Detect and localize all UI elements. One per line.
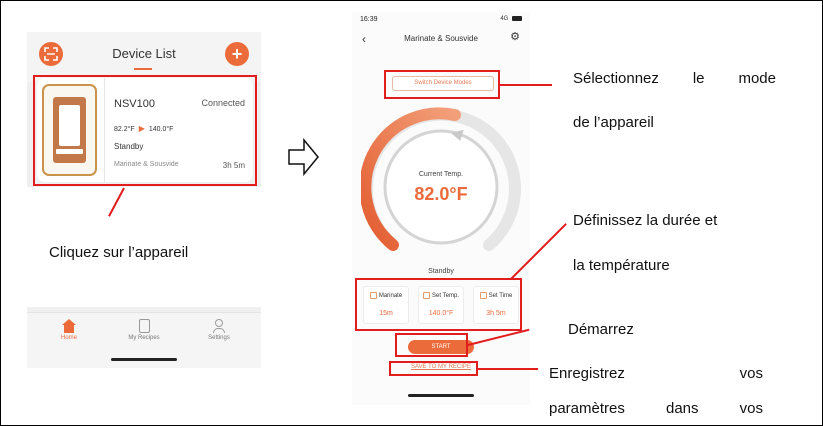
annotation-select-mode-line1: Sélectionnez le mode (573, 70, 776, 87)
nav-settings[interactable]: Settings (189, 319, 249, 341)
nav-label: My Recipes (128, 335, 160, 341)
home-icon (62, 319, 76, 333)
current-temp-value: 82.0°F (414, 184, 468, 204)
annotation-set-duration-line1: Définissez la durée et (573, 212, 718, 229)
annotation-word: Enregistrez (549, 365, 625, 382)
highlight-device-card (33, 75, 257, 186)
highlight-mode-button (384, 70, 500, 99)
annotation-save-line2: paramètres dans vos (549, 400, 763, 417)
nav-label: Settings (208, 335, 230, 341)
battery-icon (512, 16, 522, 21)
plus-icon[interactable]: + (225, 42, 249, 66)
settings-icon (213, 319, 225, 333)
annotation-word: paramètres (549, 400, 625, 417)
annotation-start: Démarrez (568, 321, 634, 338)
network-label: 4G (500, 16, 509, 23)
annotation-click-device: Cliquez sur l’appareil (49, 244, 189, 261)
annotation-select-mode-line2: de l’appareil (573, 114, 654, 131)
annotation-set-duration-line2: la température (573, 257, 670, 274)
arrow-right-icon (288, 137, 319, 177)
device-state: Standby (428, 268, 454, 275)
annotation-word: vos (739, 365, 763, 382)
gear-icon[interactable]: ⚙ (510, 30, 520, 43)
highlight-start (395, 333, 468, 357)
nav-my-recipes[interactable]: My Recipes (114, 319, 174, 341)
annotation-word: vos (739, 400, 763, 417)
status-time: 16:39 (360, 16, 378, 23)
status-network: 4G (500, 16, 522, 22)
home-indicator (111, 358, 177, 361)
current-temp-label: Current Temp. (418, 171, 464, 178)
connector-line (500, 84, 552, 86)
connector-line (478, 368, 538, 370)
screen-title: Marinate & Sousvide (404, 34, 478, 43)
title-underline (134, 68, 152, 70)
highlight-settings (355, 278, 522, 331)
home-indicator (408, 394, 474, 397)
bottom-nav: Home My Recipes Settings (27, 312, 261, 368)
nav-label: Home (60, 335, 77, 341)
nav-home[interactable]: Home (39, 319, 99, 341)
annotation-word: Sélectionnez (573, 70, 659, 87)
annotation-save-line1: Enregistrez vos (549, 365, 763, 382)
highlight-save (389, 361, 478, 376)
annotation-word: le (692, 70, 705, 87)
annotation-word: mode (738, 70, 776, 87)
recipes-icon (138, 319, 150, 333)
annotation-word: dans (666, 400, 699, 417)
